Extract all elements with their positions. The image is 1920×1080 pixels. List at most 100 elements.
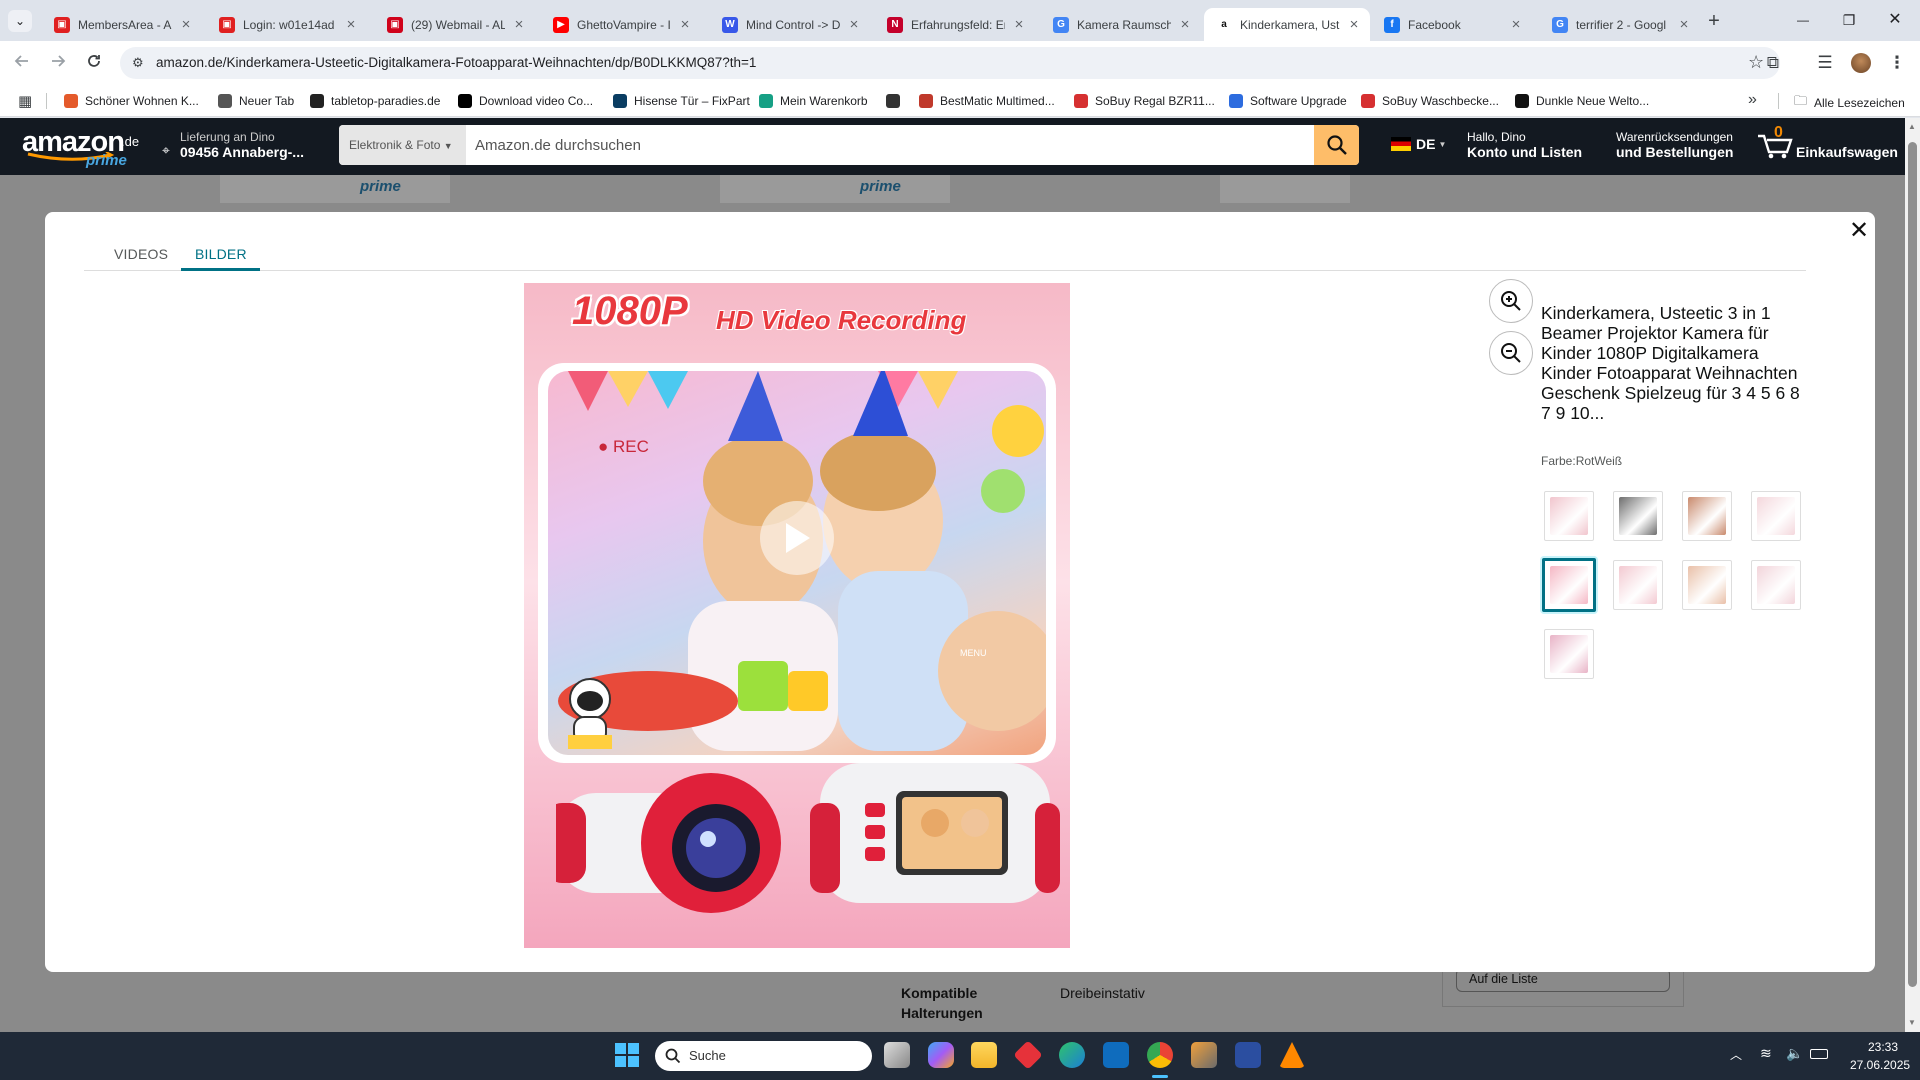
language-selector[interactable]: DE ▼ — [1391, 136, 1446, 152]
apps-grid-icon[interactable]: ▦ — [18, 92, 32, 110]
taskbar-search[interactable]: Suche — [655, 1041, 872, 1071]
profile-avatar[interactable] — [1851, 53, 1871, 73]
image-thumbnail[interactable] — [1613, 491, 1663, 541]
tab-close-icon[interactable]: × — [1177, 16, 1193, 33]
more-bookmarks-button[interactable]: » — [1748, 91, 1757, 109]
bookmark-item[interactable]: Hisense Tür – FixPart — [613, 92, 750, 110]
media-controls-icon[interactable]: ☰ — [1813, 51, 1837, 75]
bookmark-item[interactable]: SoBuy Waschbecke... — [1361, 92, 1499, 110]
browser-toolbar: ⚙ amazon.de/Kinderkamera-Usteetic-Digita… — [0, 41, 1920, 84]
battery-icon[interactable] — [1810, 1049, 1828, 1059]
tab-close-icon[interactable]: × — [178, 16, 194, 33]
forward-button[interactable] — [46, 51, 70, 75]
tab-close-icon[interactable]: × — [1011, 16, 1027, 33]
copilot-icon[interactable] — [928, 1042, 954, 1068]
bookmark-item[interactable]: Download video Co... — [458, 92, 593, 110]
restore-button[interactable]: ❐ — [1826, 8, 1872, 32]
task-view-icon[interactable] — [884, 1042, 910, 1068]
delivery-location[interactable]: ⌖ Lieferung an Dino 09456 Annaberg-... — [160, 128, 320, 164]
image-thumbnail[interactable] — [1751, 491, 1801, 541]
tab-close-icon[interactable]: × — [343, 16, 359, 33]
address-bar[interactable]: ⚙ amazon.de/Kinderkamera-Usteetic-Digita… — [120, 47, 1780, 79]
image-thumbnail[interactable] — [1682, 560, 1732, 610]
browser-tab[interactable]: N Erfahrungsfeld: Er × — [875, 8, 1035, 41]
delivery-line2: 09456 Annaberg-... — [180, 144, 304, 160]
image-thumbnail[interactable] — [1544, 629, 1594, 679]
amazon-logo[interactable]: amazon .de prime — [22, 122, 142, 170]
close-modal-button[interactable]: ✕ — [1847, 217, 1871, 245]
tab-images[interactable]: BILDER — [195, 246, 247, 262]
image-thumbnail[interactable] — [1544, 491, 1594, 541]
bookmark-item[interactable] — [886, 92, 907, 110]
wifi-icon[interactable]: ≋ — [1760, 1045, 1772, 1062]
main-product-image[interactable]: 1080P HD Video Recording ● REC MENU — [524, 283, 1070, 948]
browser-tab[interactable]: a Kinderkamera, Ust × — [1204, 8, 1370, 41]
scroll-down-arrow[interactable]: ▼ — [1908, 1018, 1916, 1027]
bookmark-item[interactable]: BestMatic Multimed... — [919, 92, 1055, 110]
close-window-button[interactable]: ✕ — [1872, 8, 1918, 32]
browser-tab[interactable]: ▣ MembersArea - AI × — [42, 8, 202, 41]
app-red-icon[interactable] — [1013, 1040, 1043, 1070]
browser-tab[interactable]: ▣ Login: w01e14ad × — [207, 8, 367, 41]
tab-close-icon[interactable]: × — [1508, 16, 1524, 33]
browser-tab[interactable]: Gterrifier 2 - Googl × — [1540, 8, 1700, 41]
reload-button[interactable] — [82, 51, 106, 75]
bookmark-item[interactable]: SoBuy Regal BZR11... — [1074, 92, 1215, 110]
bookmark-item[interactable]: Schöner Wohnen K... — [64, 92, 199, 110]
search-category-dropdown[interactable]: Elektronik & Foto ▼ — [339, 125, 466, 165]
browser-tab[interactable]: ▶ GhettoVampire - I × — [541, 8, 701, 41]
minimize-button[interactable]: — — [1780, 8, 1826, 32]
zoom-in-button[interactable] — [1489, 279, 1533, 323]
bookmark-item[interactable]: tabletop-paradies.de — [310, 92, 440, 110]
bookmark-item[interactable]: Mein Warenkorb — [759, 92, 868, 110]
search-submit-button[interactable] — [1314, 125, 1359, 165]
tray-overflow-icon[interactable]: ︿ — [1730, 1046, 1742, 1063]
scroll-up-arrow[interactable]: ▲ — [1908, 122, 1916, 131]
zoom-out-button[interactable] — [1489, 331, 1533, 375]
menu-kebab-icon[interactable]: ⋮ — [1885, 51, 1909, 75]
tab-close-icon[interactable]: × — [677, 16, 693, 33]
url-text[interactable]: amazon.de/Kinderkamera-Usteetic-Digitalk… — [156, 55, 756, 70]
new-tab-button[interactable]: + — [1702, 10, 1726, 34]
volume-icon[interactable]: 🔈 — [1786, 1045, 1803, 1062]
image-thumbnail[interactable] — [1751, 560, 1801, 610]
browser-tab[interactable]: G Kamera Raumschi × — [1041, 8, 1201, 41]
browser-tab[interactable]: ▣ (29) Webmail - AL × — [375, 8, 535, 41]
extensions-icon[interactable]: ⧉ — [1761, 51, 1785, 75]
cart-button[interactable]: 0 Einkaufswagen — [1756, 124, 1901, 168]
outlook-icon[interactable] — [1103, 1042, 1129, 1068]
start-button[interactable] — [615, 1043, 639, 1067]
site-info-icon[interactable]: ⚙ — [132, 55, 144, 71]
tab-close-icon[interactable]: × — [1346, 16, 1362, 33]
account-lists-menu[interactable]: Hallo, Dino Konto und Listen — [1467, 128, 1602, 164]
chrome-icon[interactable] — [1147, 1042, 1173, 1068]
bookmark-item[interactable]: Software Upgrade — [1229, 92, 1347, 110]
browser-tab[interactable]: f Facebook × — [1372, 8, 1532, 41]
back-button[interactable] — [10, 51, 34, 75]
page-scrollbar[interactable]: ▲ ▼ — [1905, 118, 1920, 1032]
tab-search-button[interactable]: ⌄ — [8, 10, 32, 32]
all-bookmarks-button[interactable]: 🗀 Alle Lesezeichen — [1794, 92, 1905, 114]
app-f-icon[interactable] — [1235, 1042, 1261, 1068]
returns-orders-link[interactable]: Warenrücksendungen und Bestellungen — [1616, 128, 1741, 164]
video-play-button[interactable] — [760, 501, 834, 575]
browser-tab[interactable]: W Mind Control -> D × — [710, 8, 870, 41]
image-thumbnail[interactable] — [1542, 558, 1596, 612]
file-explorer-icon[interactable] — [971, 1042, 997, 1068]
bookmark-item[interactable]: Neuer Tab — [218, 92, 294, 110]
tab-videos[interactable]: VIDEOS — [114, 246, 168, 262]
clock-time[interactable]: 23:33 — [1868, 1040, 1898, 1054]
bookmark-item[interactable]: Dunkle Neue Welto... — [1515, 92, 1649, 110]
edge-icon[interactable] — [1059, 1042, 1085, 1068]
clock-date[interactable]: 27.06.2025 — [1850, 1058, 1910, 1072]
search-input[interactable]: Amazon.de durchsuchen — [475, 137, 641, 154]
vlc-icon[interactable] — [1279, 1042, 1305, 1068]
camera-front-view — [546, 763, 786, 913]
scrollbar-thumb[interactable] — [1908, 142, 1917, 987]
app-cube-icon[interactable] — [1191, 1042, 1217, 1068]
tab-close-icon[interactable]: × — [846, 16, 862, 33]
tab-close-icon[interactable]: × — [1676, 16, 1692, 33]
tab-close-icon[interactable]: × — [511, 16, 527, 33]
image-thumbnail[interactable] — [1682, 491, 1732, 541]
image-thumbnail[interactable] — [1613, 560, 1663, 610]
